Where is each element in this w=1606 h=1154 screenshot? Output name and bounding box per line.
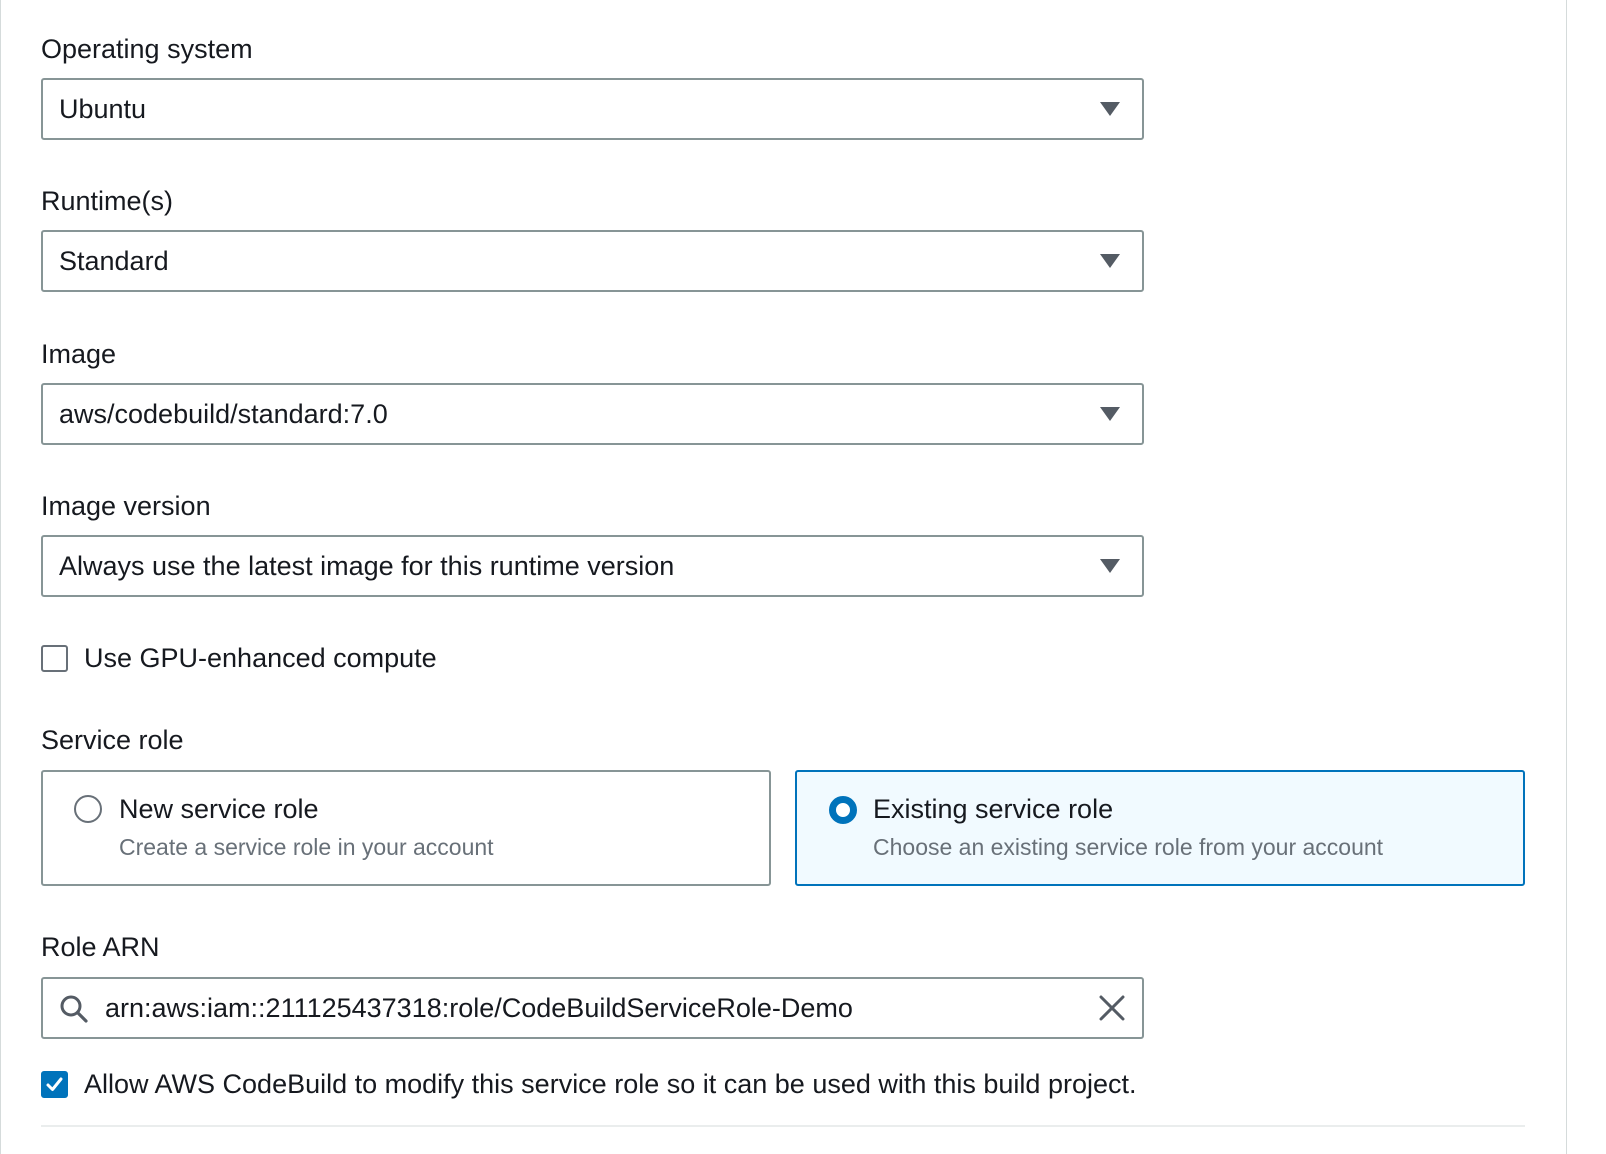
caret-down-icon bbox=[1100, 102, 1120, 116]
image-version-select[interactable]: Always use the latest image for this run… bbox=[41, 535, 1144, 597]
image-version-label: Image version bbox=[41, 491, 211, 521]
gpu-checkbox-row[interactable]: Use GPU-enhanced compute bbox=[41, 642, 437, 673]
caret-down-icon bbox=[1100, 559, 1120, 573]
gpu-checkbox-label: Use GPU-enhanced compute bbox=[84, 642, 437, 673]
allow-modify-checkbox[interactable] bbox=[41, 1070, 68, 1098]
new-service-role-radio[interactable] bbox=[74, 795, 102, 823]
operating-system-label: Operating system bbox=[41, 34, 253, 64]
service-role-label: Service role bbox=[41, 725, 184, 755]
new-service-role-tile[interactable]: New service role Create a service role i… bbox=[41, 770, 771, 886]
caret-down-icon bbox=[1100, 254, 1120, 268]
role-arn-input[interactable] bbox=[105, 979, 1065, 1037]
existing-service-role-description: Choose an existing service role from you… bbox=[873, 834, 1384, 860]
new-service-role-title: New service role bbox=[119, 794, 319, 824]
runtime-label: Runtime(s) bbox=[41, 186, 174, 216]
role-arn-field[interactable] bbox=[41, 977, 1144, 1039]
image-version-value: Always use the latest image for this run… bbox=[59, 551, 675, 581]
caret-down-icon bbox=[1100, 407, 1120, 421]
role-arn-label: Role ARN bbox=[41, 932, 160, 962]
existing-service-role-tile[interactable]: Existing service role Choose an existing… bbox=[795, 770, 1525, 886]
operating-system-select[interactable]: Ubuntu bbox=[41, 78, 1144, 140]
close-icon[interactable] bbox=[1096, 992, 1128, 1024]
existing-service-role-title: Existing service role bbox=[873, 794, 1114, 824]
new-service-role-description: Create a service role in your account bbox=[119, 834, 494, 860]
panel-right-border bbox=[1566, 0, 1567, 1154]
gpu-checkbox[interactable] bbox=[41, 644, 68, 672]
runtime-value: Standard bbox=[59, 246, 169, 276]
image-label: Image bbox=[41, 339, 117, 369]
divider bbox=[41, 1125, 1525, 1127]
checkmark-icon bbox=[46, 1077, 63, 1091]
existing-service-role-radio[interactable] bbox=[829, 796, 857, 824]
allow-modify-checkbox-label: Allow AWS CodeBuild to modify this servi… bbox=[84, 1068, 1137, 1099]
runtime-select[interactable]: Standard bbox=[41, 230, 1144, 292]
search-icon bbox=[60, 995, 88, 1023]
panel-left-border bbox=[0, 0, 1, 1154]
image-value: aws/codebuild/standard:7.0 bbox=[59, 399, 388, 429]
operating-system-value: Ubuntu bbox=[59, 94, 147, 124]
image-select[interactable]: aws/codebuild/standard:7.0 bbox=[41, 383, 1144, 445]
allow-modify-checkbox-row[interactable]: Allow AWS CodeBuild to modify this servi… bbox=[41, 1068, 1137, 1099]
